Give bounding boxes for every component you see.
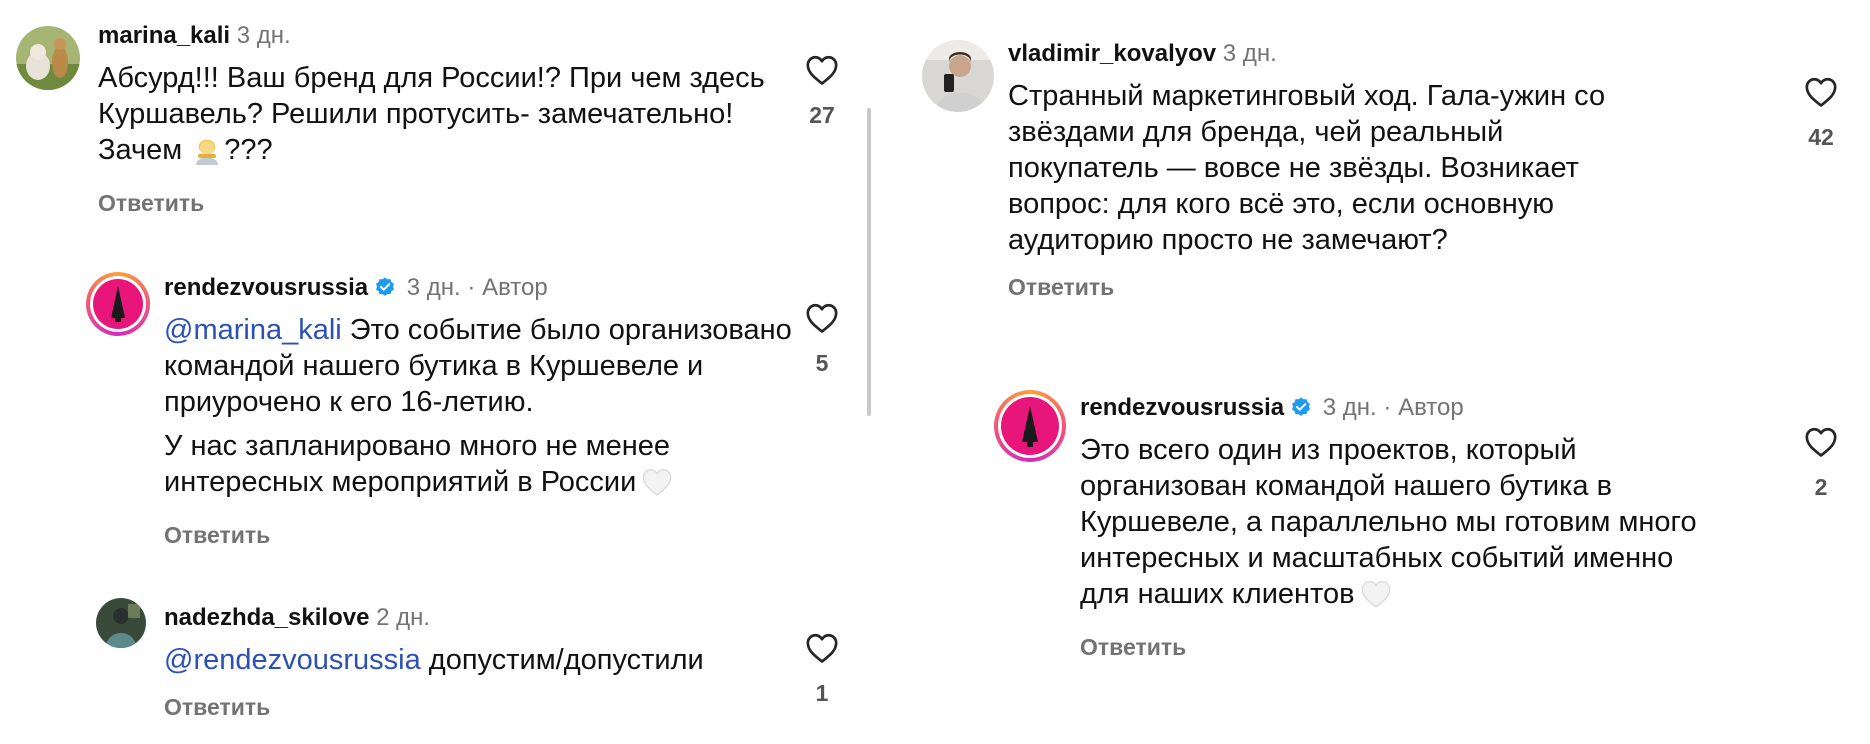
like-count: 27 [809,102,835,128]
verified-badge-icon [1292,397,1311,416]
comment-meta: rendezvousrussia 3 дн. · Автор [164,274,804,302]
comment-meta: vladimir_kovalyov 3 дн. [1008,40,1658,68]
like-area: 2 [1791,426,1851,501]
comment-text: @marina_kali Это событие было организова… [164,312,804,506]
comment-vladimir-kovalyov: vladimir_kovalyov 3 дн. Странный маркети… [900,0,1870,340]
timestamp: 3 дн. [1222,40,1277,67]
timestamp: 3 дн. [406,274,461,301]
verified-badge-icon [376,277,395,296]
person-photo-avatar[interactable] [96,598,146,648]
reply-button[interactable]: Ответить [1008,274,1114,301]
comment-rendezvousrussia-reply: rendezvousrussia 3 дн. · Автор Это всего… [900,380,1870,680]
heart-icon[interactable] [805,632,839,664]
comment-text: @rendezvousrussia допустим/допустили [164,642,804,678]
dogs-photo-avatar[interactable] [16,26,80,90]
comment-body-2: У нас запланировано много не менее интер… [164,430,670,498]
left-comment-panel: marina_kali 3 дн. Абсурд!!! Ваш бренд дл… [0,0,880,744]
white-heart-emoji-icon [640,467,674,506]
separator-dot: · [467,274,476,301]
username[interactable]: rendezvousrussia [1080,394,1284,421]
reply-button[interactable]: Ответить [1080,634,1186,661]
scrollbar[interactable] [867,108,871,416]
username[interactable]: vladimir_kovalyov [1008,40,1216,67]
author-tag: Автор [1398,394,1464,421]
reply-button[interactable]: Ответить [164,522,270,549]
like-area: 5 [792,302,852,377]
comment-body: допустим/допустили [420,644,704,676]
like-count: 1 [815,680,829,706]
right-comment-panel: vladimir_kovalyov 3 дн. Странный маркети… [900,0,1870,744]
blonde-person-emoji-icon [192,133,222,174]
heart-icon[interactable] [1804,426,1838,458]
reply-button[interactable]: Ответить [98,190,204,217]
comment-rendezvousrussia-reply: rendezvousrussia 3 дн. · Автор @marina_k… [0,260,880,550]
heart-icon[interactable] [1804,76,1838,108]
timestamp: 3 дн. [236,22,291,49]
username[interactable]: nadezhda_skilove [164,604,369,631]
brand-logo-avatar[interactable] [994,390,1066,462]
comment-text: Странный маркетинговый ход. Гала-ужин со… [1008,78,1658,258]
white-heart-emoji-icon [1359,579,1393,618]
timestamp: 2 дн. [376,604,431,631]
username[interactable]: marina_kali [98,22,230,49]
comment-meta: marina_kali 3 дн. [98,22,818,50]
like-count: 42 [1808,124,1834,150]
like-count: 5 [815,350,829,376]
username[interactable]: rendezvousrussia [164,274,368,301]
comment-body: Странный маркетинговый ход. Гала-ужин со… [1008,80,1606,256]
man-photo-avatar[interactable] [922,40,994,112]
comment-meta: rendezvousrussia 3 дн. · Автор [1080,394,1720,422]
like-area: 42 [1791,76,1851,151]
mention-link[interactable]: @rendezvousrussia [164,644,421,676]
like-area: 27 [792,54,852,129]
mention-link[interactable]: @marina_kali [164,314,342,346]
brand-logo-avatar[interactable] [86,272,150,336]
comment-text: Абсурд!!! Ваш бренд для России!? При чем… [98,60,818,174]
heart-icon[interactable] [805,54,839,86]
comment-body-tail: ??? [224,134,273,166]
comment-meta: nadezhda_skilove 2 дн. [164,604,804,632]
comment-text: Это всего один из проектов, который орга… [1080,432,1720,618]
comment-nadezhda-skilove: nadezhda_skilove 2 дн. @rendezvousrussia… [0,588,880,738]
reply-button[interactable]: Ответить [164,694,270,721]
like-area: 1 [792,632,852,707]
timestamp: 3 дн. [1322,394,1377,421]
heart-icon[interactable] [805,302,839,334]
comment-marina-kali: marina_kali 3 дн. Абсурд!!! Ваш бренд дл… [0,0,880,230]
author-tag: Автор [482,274,548,301]
separator-dot: · [1383,394,1392,421]
like-count: 2 [1814,474,1828,500]
